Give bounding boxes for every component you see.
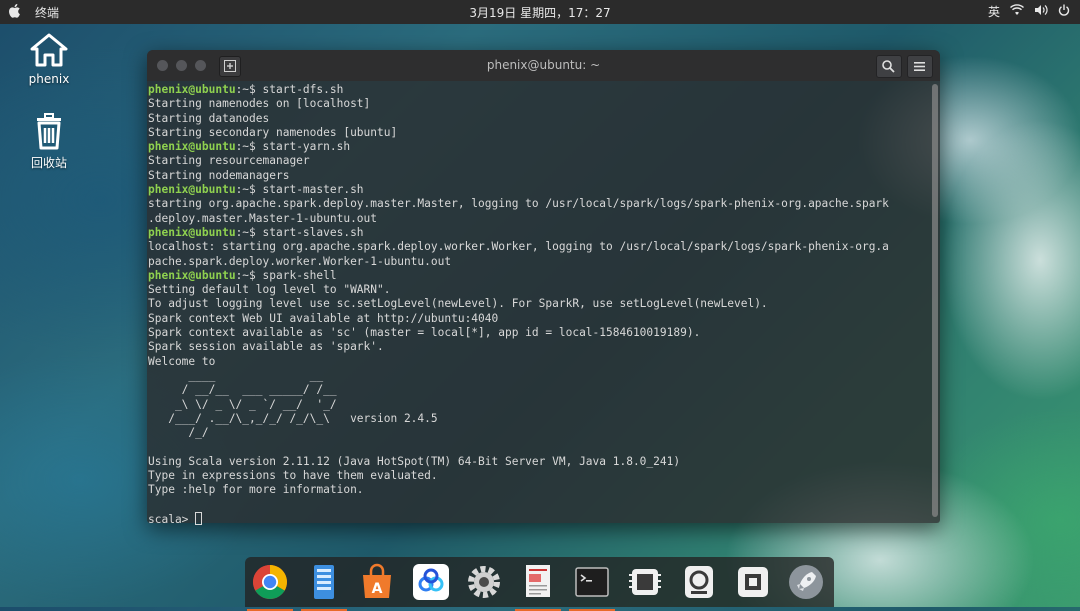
terminal-line: Starting namenodes on [localhost] bbox=[148, 97, 371, 111]
chip-icon bbox=[629, 569, 661, 595]
dock-item-settings[interactable] bbox=[465, 563, 503, 601]
wifi-icon[interactable] bbox=[1010, 4, 1024, 19]
prompt-user: phenix@ubuntu bbox=[148, 183, 236, 197]
power-icon[interactable] bbox=[1058, 4, 1070, 19]
terminal-line: starting org.apache.spark.deploy.master.… bbox=[148, 197, 889, 211]
command-text: start-master.sh bbox=[262, 183, 364, 197]
terminal-output[interactable]: phenix@ubuntu:~$ start-dfs.sh Starting na… bbox=[148, 83, 928, 527]
prompt-user: phenix@ubuntu bbox=[148, 83, 236, 96]
dock-item-files[interactable] bbox=[301, 563, 347, 611]
terminal-line: Starting nodemanagers bbox=[148, 168, 290, 182]
chrome-icon bbox=[253, 565, 287, 599]
terminal-line: Spark context available as 'sc' (master … bbox=[148, 326, 701, 340]
terminal-line: Type in expressions to have them evaluat… bbox=[148, 469, 438, 483]
home-folder-icon bbox=[30, 33, 68, 67]
dock-item-document-viewer[interactable] bbox=[515, 563, 561, 611]
spark-logo-line: ____ __ bbox=[148, 368, 324, 382]
command-text: start-slaves.sh bbox=[262, 225, 364, 239]
window-title: phenix@ubuntu: ~ bbox=[486, 58, 601, 72]
dock-item-terminal[interactable] bbox=[569, 563, 615, 611]
command-text: start-yarn.sh bbox=[262, 140, 351, 154]
terminal-line: Starting resourcemanager bbox=[148, 154, 310, 168]
desktop-icon-label: phenix bbox=[28, 72, 70, 86]
title-bar[interactable]: phenix@ubuntu: ~ bbox=[147, 50, 940, 81]
prompt-path: :~$ bbox=[235, 83, 263, 96]
spark-logo-line: / __/__ ___ _____/ /__ bbox=[148, 383, 337, 397]
scala-prompt: scala> bbox=[148, 512, 196, 526]
disk-icon bbox=[685, 566, 713, 598]
terminal-line: Spark session available as 'spark'. bbox=[148, 340, 384, 354]
prompt-path: :~$ bbox=[235, 140, 263, 154]
dock-item-system-monitor[interactable] bbox=[626, 563, 664, 601]
dock-item-baidu-netdisk[interactable] bbox=[412, 563, 450, 601]
terminal-line: Starting datanodes bbox=[148, 111, 270, 125]
trash-icon bbox=[37, 113, 61, 150]
svg-text:A: A bbox=[372, 581, 383, 597]
search-button[interactable] bbox=[876, 55, 902, 78]
clock[interactable]: 3月19日 星期四，17：27 bbox=[0, 4, 1080, 21]
prompt-path: :~$ bbox=[235, 183, 263, 197]
desktop-icon-home[interactable]: phenix bbox=[19, 32, 79, 86]
terminal-line: Spark context Web UI available at http:/… bbox=[148, 311, 499, 325]
app-store-icon: A bbox=[363, 563, 391, 598]
spark-logo-line: _\ \/ _ \/ _ `/ __/ '_/ bbox=[148, 397, 337, 411]
cloud-drive-icon bbox=[413, 564, 449, 600]
dock-item-app-store[interactable]: A bbox=[358, 563, 396, 601]
prompt-user: phenix@ubuntu bbox=[148, 140, 236, 154]
prompt-user: phenix@ubuntu bbox=[148, 225, 236, 239]
terminal-line: localhost: starting org.apache.spark.dep… bbox=[148, 240, 889, 254]
dock-item-disk-utility[interactable] bbox=[680, 563, 718, 601]
scrollbar[interactable] bbox=[932, 84, 938, 517]
app-menu-label[interactable]: 终端 bbox=[35, 4, 59, 21]
dock: A bbox=[245, 557, 834, 611]
scala-prompt-line[interactable]: scala> bbox=[148, 511, 928, 527]
document-icon bbox=[526, 565, 550, 597]
gear-icon bbox=[468, 566, 500, 598]
terminal-line: phenix@ubuntu:~$ start-dfs.sh bbox=[148, 83, 928, 97]
command-text: start-dfs.sh bbox=[262, 83, 344, 96]
terminal-window[interactable]: phenix@ubuntu: ~ phenix@ubuntu:~$ start-… bbox=[147, 50, 940, 526]
spark-logo-line: /___/ .__/\_,_/_/ /_/\_\ version 2.4.5 bbox=[148, 411, 438, 425]
prompt-path: :~$ bbox=[235, 225, 263, 239]
dock-item-chrome[interactable] bbox=[247, 563, 293, 611]
terminal-line: Type :help for more information. bbox=[148, 483, 364, 497]
menu-button[interactable] bbox=[907, 55, 933, 78]
terminal-line: phenix@ubuntu:~$ start-master.sh bbox=[148, 183, 928, 197]
system-tray: 英 bbox=[988, 3, 1070, 20]
terminal-line: Starting secondary namenodes [ubuntu] bbox=[148, 125, 398, 139]
hamburger-icon bbox=[914, 62, 925, 71]
top-panel: 终端 3月19日 星期四，17：27 英 bbox=[0, 0, 1080, 24]
dock-item-launcher[interactable] bbox=[787, 563, 825, 601]
terminal-line: phenix@ubuntu:~$ spark-shell bbox=[148, 269, 928, 283]
prompt-user: phenix@ubuntu bbox=[148, 268, 236, 282]
terminal-line: Setting default log level to "WARN". bbox=[148, 283, 391, 297]
terminal-line: pache.spark.deploy.worker.Worker-1-ubunt… bbox=[148, 254, 452, 268]
chip-icon bbox=[738, 567, 768, 597]
desktop-icon-label: 回收站 bbox=[30, 156, 67, 170]
apple-menu-icon[interactable] bbox=[7, 3, 21, 19]
terminal-line: .deploy.master.Master-1-ubuntu.out bbox=[148, 211, 378, 225]
terminal-line: To adjust logging level use sc.setLogLev… bbox=[148, 297, 768, 311]
dock-item-hardware-info[interactable] bbox=[734, 563, 772, 601]
desktop-icon-trash[interactable]: 回收站 bbox=[19, 112, 79, 171]
command-text: spark-shell bbox=[262, 268, 337, 282]
rocket-icon bbox=[789, 565, 823, 599]
input-method-indicator[interactable]: 英 bbox=[988, 3, 1000, 20]
terminal-line: Welcome to bbox=[148, 354, 216, 368]
prompt-path: :~$ bbox=[235, 268, 263, 282]
terminal-line: phenix@ubuntu:~$ start-yarn.sh bbox=[148, 140, 928, 154]
terminal-line: Using Scala version 2.11.12 (Java HotSpo… bbox=[148, 454, 681, 468]
terminal-icon bbox=[575, 567, 609, 597]
volume-icon[interactable] bbox=[1034, 4, 1048, 19]
spark-logo-line: /_/ bbox=[148, 426, 209, 440]
terminal-line: phenix@ubuntu:~$ start-slaves.sh bbox=[148, 226, 928, 240]
file-manager-icon bbox=[314, 565, 334, 599]
search-icon bbox=[882, 60, 895, 73]
text-cursor bbox=[195, 511, 203, 525]
